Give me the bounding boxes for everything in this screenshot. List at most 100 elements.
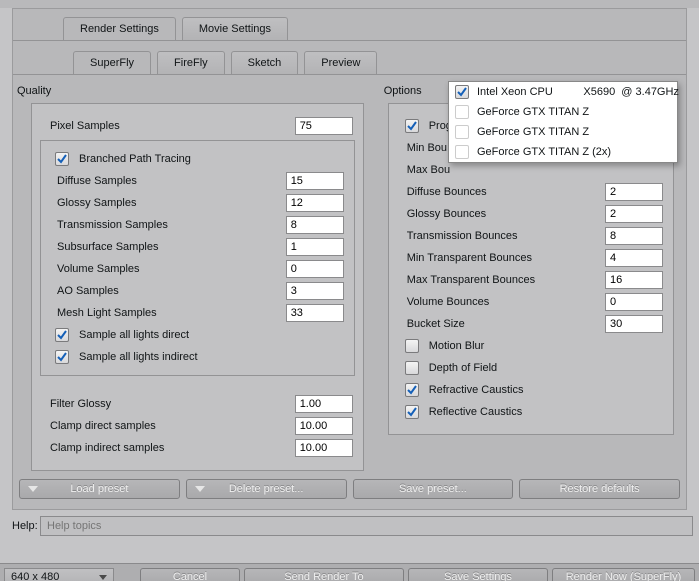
- glossy-samples-label: Glossy Samples: [55, 197, 286, 209]
- cancel-button[interactable]: Cancel: [140, 568, 240, 581]
- device-option[interactable]: GeForce GTX TITAN Z: [449, 102, 677, 122]
- render-now-button[interactable]: Render Now (SuperFly): [552, 568, 695, 581]
- device-checkbox[interactable]: [455, 105, 469, 119]
- check-icon: [457, 87, 467, 97]
- tab-label: Preview: [321, 57, 360, 69]
- check-icon: [407, 407, 417, 417]
- subsurface-samples-input[interactable]: [286, 238, 344, 256]
- branched-label: Branched Path Tracing: [77, 153, 344, 165]
- diffuse-bounces-input[interactable]: [605, 183, 663, 201]
- save-settings-button[interactable]: Save Settings: [408, 568, 548, 581]
- reflective-caustics-checkbox[interactable]: [405, 405, 419, 419]
- sample-all-direct-label: Sample all lights direct: [77, 329, 344, 341]
- button-label: Save preset...: [399, 483, 467, 495]
- button-label: Cancel: [173, 571, 207, 581]
- min-transparent-bounces-label: Min Transparent Bounces: [405, 252, 605, 264]
- refractive-caustics-label: Refractive Caustics: [427, 384, 663, 396]
- button-label: Send Render To: [284, 571, 363, 581]
- tab-superfly[interactable]: SuperFly: [73, 51, 151, 74]
- transmission-samples-label: Transmission Samples: [55, 219, 286, 231]
- tab-render-settings[interactable]: Render Settings: [63, 17, 176, 40]
- max-transparent-bounces-input[interactable]: [605, 271, 663, 289]
- diffuse-samples-input[interactable]: [286, 172, 344, 190]
- button-label: Render Now (SuperFly): [566, 571, 682, 581]
- check-icon: [407, 385, 417, 395]
- sample-all-indirect-checkbox[interactable]: [55, 350, 69, 364]
- sample-all-direct-checkbox[interactable]: [55, 328, 69, 342]
- branched-panel: Branched Path Tracing Diffuse Samples Gl…: [40, 140, 355, 376]
- help-input[interactable]: [40, 516, 693, 536]
- clamp-direct-label: Clamp direct samples: [48, 420, 295, 432]
- tab-sketch[interactable]: Sketch: [231, 51, 299, 74]
- device-checkbox[interactable]: [455, 85, 469, 99]
- preset-buttons: Load preset Delete preset... Save preset…: [13, 471, 686, 501]
- pixel-samples-label: Pixel Samples: [48, 120, 295, 132]
- diffuse-samples-label: Diffuse Samples: [55, 175, 286, 187]
- load-preset-button[interactable]: Load preset: [19, 479, 180, 499]
- ao-samples-label: AO Samples: [55, 285, 286, 297]
- subsurface-samples-label: Subsurface Samples: [55, 241, 286, 253]
- chevron-down-icon: [195, 486, 205, 492]
- diffuse-bounces-label: Diffuse Bounces: [405, 186, 605, 198]
- tab-label: Render Settings: [80, 23, 159, 35]
- transmission-bounces-input[interactable]: [605, 227, 663, 245]
- bucket-size-input[interactable]: [605, 315, 663, 333]
- quality-title: Quality: [13, 81, 370, 103]
- progressive-checkbox[interactable]: [405, 119, 419, 133]
- volume-bounces-input[interactable]: [605, 293, 663, 311]
- max-transparent-bounces-label: Max Transparent Bounces: [405, 274, 605, 286]
- device-label: GeForce GTX TITAN Z (2x): [477, 146, 671, 158]
- mesh-light-samples-label: Mesh Light Samples: [55, 307, 286, 319]
- send-render-to-button[interactable]: Send Render To: [244, 568, 404, 581]
- chevron-down-icon: [28, 486, 38, 492]
- volume-samples-input[interactable]: [286, 260, 344, 278]
- tab-label: Movie Settings: [199, 23, 271, 35]
- main-tabs: Render Settings Movie Settings: [13, 9, 686, 40]
- help-bar: Help:: [0, 510, 699, 542]
- clamp-direct-input[interactable]: [295, 417, 353, 435]
- quality-column: Quality Pixel Samples Branched Path Trac…: [13, 81, 370, 471]
- renderer-tabs: SuperFly FireFly Sketch Preview: [13, 41, 686, 74]
- refractive-caustics-checkbox[interactable]: [405, 383, 419, 397]
- restore-defaults-button[interactable]: Restore defaults: [519, 479, 680, 499]
- delete-preset-button[interactable]: Delete preset...: [186, 479, 347, 499]
- ao-samples-input[interactable]: [286, 282, 344, 300]
- dialog-body: Render Settings Movie Settings SuperFly …: [12, 8, 687, 510]
- transmission-samples-input[interactable]: [286, 216, 344, 234]
- resolution-value: 640 x 480: [11, 571, 59, 581]
- sample-all-indirect-label: Sample all lights indirect: [77, 351, 344, 363]
- glossy-bounces-input[interactable]: [605, 205, 663, 223]
- branched-checkbox[interactable]: [55, 152, 69, 166]
- device-checkbox[interactable]: [455, 145, 469, 159]
- filter-glossy-input[interactable]: [295, 395, 353, 413]
- device-option[interactable]: GeForce GTX TITAN Z (2x): [449, 142, 677, 162]
- tab-movie-settings[interactable]: Movie Settings: [182, 17, 288, 40]
- device-label: GeForce GTX TITAN Z: [477, 126, 671, 138]
- clamp-indirect-label: Clamp indirect samples: [48, 442, 295, 454]
- button-label: Save Settings: [444, 571, 512, 581]
- tab-label: SuperFly: [90, 57, 134, 69]
- tab-preview[interactable]: Preview: [304, 51, 377, 74]
- device-option[interactable]: Intel Xeon CPU X5690 @ 3.47GHz: [449, 82, 677, 102]
- check-icon: [57, 352, 67, 362]
- depth-of-field-label: Depth of Field: [427, 362, 663, 374]
- device-checkbox[interactable]: [455, 125, 469, 139]
- clamp-indirect-input[interactable]: [295, 439, 353, 457]
- min-transparent-bounces-input[interactable]: [605, 249, 663, 267]
- device-option[interactable]: GeForce GTX TITAN Z: [449, 122, 677, 142]
- button-label: Restore defaults: [560, 483, 640, 495]
- pixel-samples-input[interactable]: [295, 117, 353, 135]
- device-label: GeForce GTX TITAN Z: [477, 106, 671, 118]
- save-preset-button[interactable]: Save preset...: [353, 479, 514, 499]
- max-bounces-label: Max Bou: [405, 164, 663, 176]
- motion-blur-label: Motion Blur: [427, 340, 663, 352]
- glossy-samples-input[interactable]: [286, 194, 344, 212]
- glossy-bounces-label: Glossy Bounces: [405, 208, 605, 220]
- device-dropdown[interactable]: Intel Xeon CPU X5690 @ 3.47GHz GeForce G…: [448, 81, 678, 163]
- button-label: Load preset: [70, 483, 128, 495]
- motion-blur-checkbox[interactable]: [405, 339, 419, 353]
- mesh-light-samples-input[interactable]: [286, 304, 344, 322]
- depth-of-field-checkbox[interactable]: [405, 361, 419, 375]
- tab-firefly[interactable]: FireFly: [157, 51, 225, 74]
- resolution-dropdown[interactable]: 640 x 480: [4, 568, 114, 581]
